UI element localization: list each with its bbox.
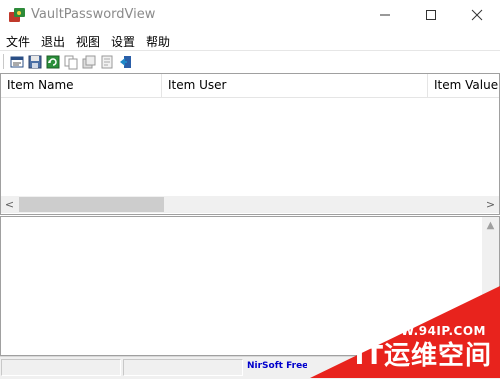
- watermark: WWW.94IP.COM IT运维空间: [310, 286, 500, 378]
- list-header: Item Name Item User Item Value: [1, 74, 499, 98]
- properties-icon[interactable]: [9, 54, 25, 70]
- exit-icon[interactable]: [118, 54, 134, 70]
- watermark-brand: IT运维空间: [354, 341, 492, 371]
- menu-file[interactable]: 文件: [6, 33, 30, 50]
- save-icon[interactable]: [27, 54, 43, 70]
- title-bar: VaultPasswordView: [0, 0, 500, 30]
- html-report-icon[interactable]: [99, 54, 115, 70]
- nirsoft-link[interactable]: NirSoft Freeware: [247, 361, 307, 371]
- column-header-item-user[interactable]: Item User: [162, 74, 428, 97]
- scroll-up-arrow[interactable]: ▲: [482, 217, 499, 234]
- close-icon: [471, 9, 483, 21]
- menu-exit[interactable]: 退出: [41, 33, 65, 50]
- column-header-item-value[interactable]: Item Value: [428, 74, 499, 97]
- refresh-icon[interactable]: [45, 54, 61, 70]
- minimize-button[interactable]: [362, 0, 408, 30]
- scroll-left-arrow[interactable]: <: [1, 196, 18, 213]
- column-header-item-name[interactable]: Item Name: [1, 74, 162, 97]
- menu-settings[interactable]: 设置: [111, 33, 135, 50]
- close-button[interactable]: [454, 0, 500, 30]
- copy-all-icon[interactable]: [81, 54, 97, 70]
- menu-bar: 文件 退出 视图 设置 帮助: [0, 30, 500, 50]
- scroll-right-arrow[interactable]: >: [482, 196, 499, 213]
- copy-icon[interactable]: [63, 54, 79, 70]
- minimize-icon: [380, 14, 390, 16]
- menu-view[interactable]: 视图: [76, 33, 100, 50]
- app-icon: [8, 7, 26, 23]
- menu-help[interactable]: 帮助: [146, 33, 170, 50]
- toolbar: [0, 50, 500, 73]
- horizontal-scroll-thumb[interactable]: [19, 197, 164, 212]
- status-cell-count: [1, 359, 121, 376]
- items-list[interactable]: Item Name Item User Item Value < >: [0, 73, 500, 215]
- maximize-button[interactable]: [408, 0, 454, 30]
- window-title: VaultPasswordView: [31, 7, 156, 22]
- maximize-icon: [426, 10, 436, 20]
- toolbar-grip: [3, 54, 7, 69]
- horizontal-scrollbar[interactable]: < >: [1, 196, 499, 213]
- status-cell-info: [123, 359, 243, 376]
